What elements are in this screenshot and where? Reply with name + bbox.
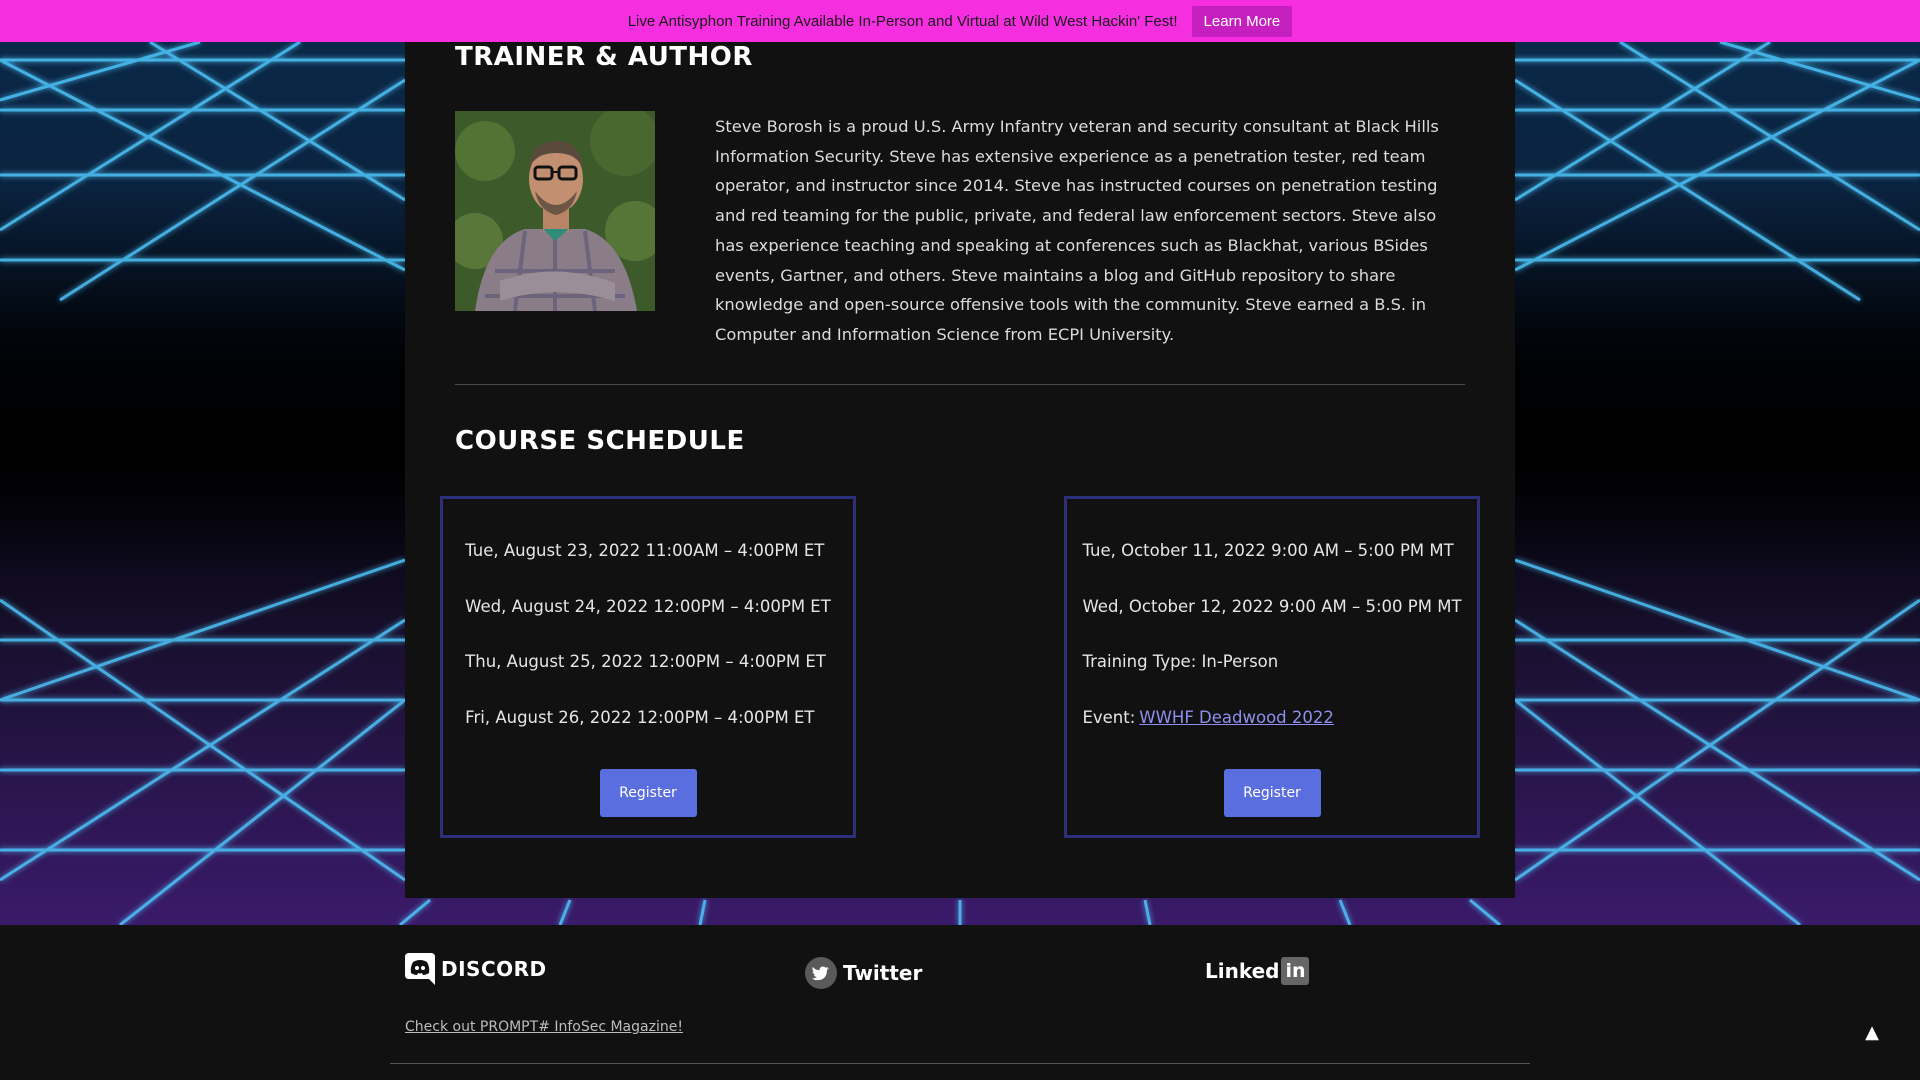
twitter-icon: [805, 957, 837, 989]
event-line: Event: WWHF Deadwood 2022: [1082, 690, 1461, 746]
trainer-author-heading: TRAINER & AUTHOR: [455, 42, 753, 72]
schedule-line: Tue, August 23, 2022 11:00AM – 4:00PM ET: [465, 541, 825, 561]
section-divider: [455, 384, 1465, 385]
learn-more-button[interactable]: Learn More: [1191, 5, 1293, 37]
register-button-august[interactable]: Register: [599, 769, 697, 817]
schedule-line: Fri, August 26, 2022 12:00PM – 4:00PM ET: [465, 707, 815, 727]
trainer-portrait: [455, 111, 655, 311]
schedule-box-october: Tue, October 11, 2022 9:00 AM – 5:00 PM …: [1064, 496, 1480, 838]
magazine-link[interactable]: Check out PROMPT# InfoSec Magazine!: [405, 1019, 683, 1035]
schedule-line: Wed, October 12, 2022 9:00 AM – 5:00 PM …: [1082, 596, 1462, 616]
schedule-box-august: Tue, August 23, 2022 11:00AM – 4:00PM ET…: [440, 496, 856, 838]
schedule-dates: Tue, October 11, 2022 9:00 AM – 5:00 PM …: [1082, 523, 1461, 745]
linkedin-label: Linked: [1205, 959, 1280, 983]
promo-banner: Live Antisyphon Training Available In-Pe…: [0, 0, 1920, 42]
linkedin-icon: in: [1281, 957, 1310, 985]
event-prefix: Event:: [1082, 707, 1136, 727]
trainer-photo: [455, 111, 655, 311]
back-to-top-icon[interactable]: ▲: [1862, 1024, 1882, 1042]
linkedin-in-text: in: [1285, 960, 1306, 982]
course-schedule-heading: COURSE SCHEDULE: [455, 426, 745, 456]
twitter-label: Twitter: [843, 961, 923, 985]
discord-link[interactable]: DISCORD: [405, 953, 547, 985]
promo-text: Live Antisyphon Training Available In-Pe…: [627, 12, 1178, 30]
footer: DISCORD Twitter Linked in Check out PROM…: [0, 925, 1920, 1080]
schedule-line: Wed, August 24, 2022 12:00PM – 4:00PM ET: [465, 596, 831, 616]
discord-label: DISCORD: [441, 957, 547, 981]
training-type: Training Type: In-Person: [1082, 652, 1279, 672]
schedule-line: Tue, October 11, 2022 9:00 AM – 5:00 PM …: [1082, 541, 1454, 561]
event-link[interactable]: WWHF Deadwood 2022: [1139, 708, 1334, 727]
linkedin-link[interactable]: Linked in: [1205, 957, 1310, 985]
discord-icon: [405, 953, 435, 985]
twitter-link[interactable]: Twitter: [805, 957, 922, 989]
schedule-dates: Tue, August 23, 2022 11:00AM – 4:00PM ET…: [465, 523, 831, 745]
schedule-line: Thu, August 25, 2022 12:00PM – 4:00PM ET: [465, 652, 826, 672]
register-button-october[interactable]: Register: [1223, 769, 1321, 817]
content-card: TRAINER & AUTHOR Steve Borosh is a proud: [405, 42, 1515, 898]
footer-divider: [390, 1063, 1530, 1064]
trainer-bio: Steve Borosh is a proud U.S. Army Infant…: [715, 117, 1439, 344]
